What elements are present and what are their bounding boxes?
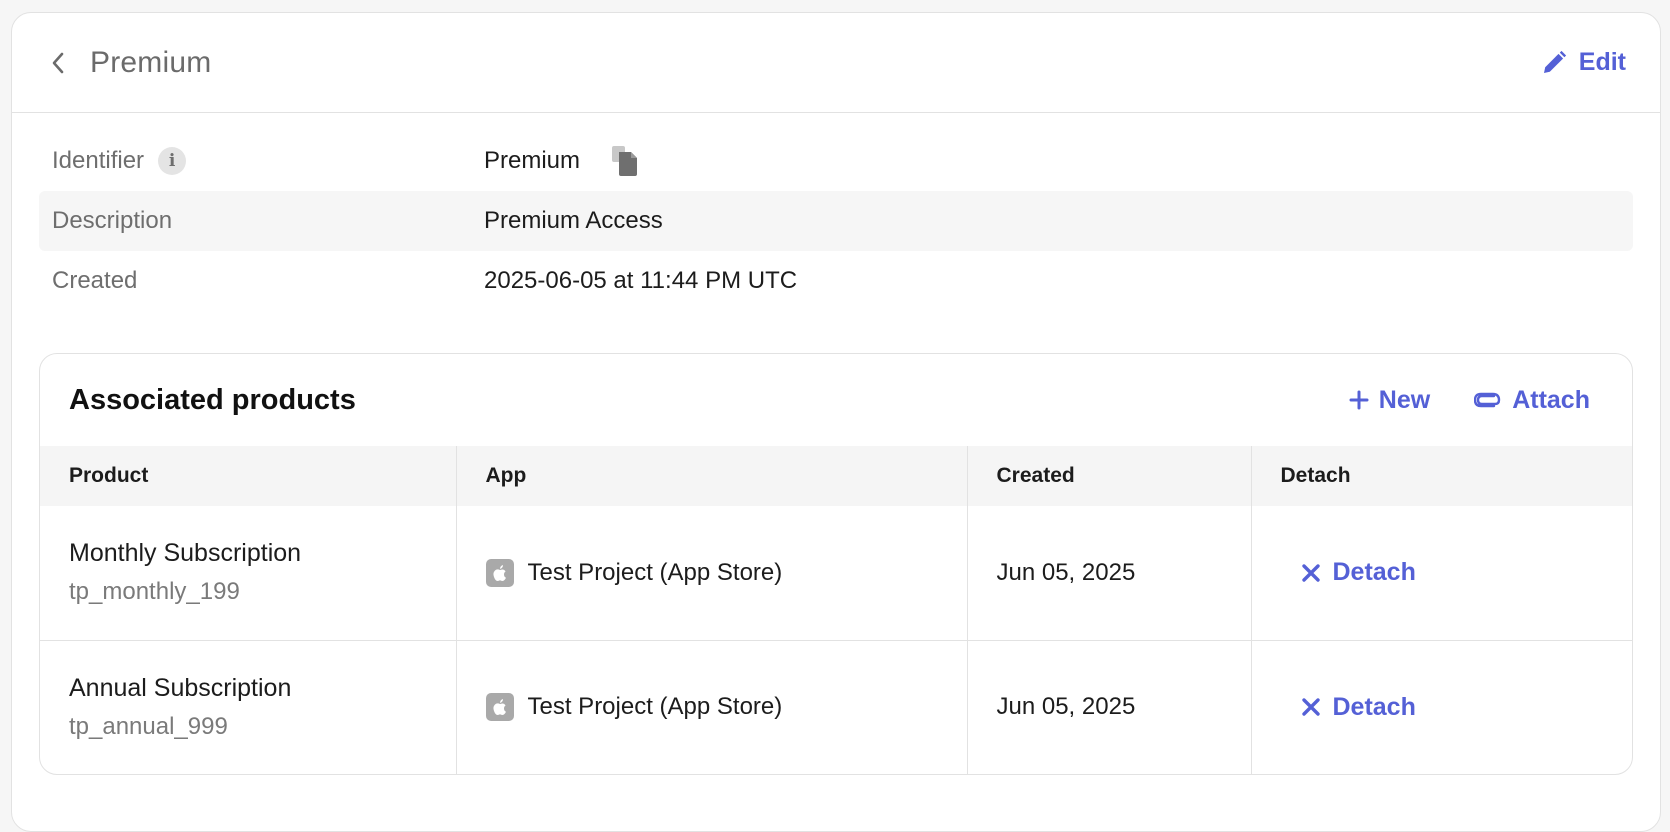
detach-button[interactable]: Detach xyxy=(1301,693,1604,722)
new-product-button[interactable]: New xyxy=(1349,386,1430,415)
products-table: Product App Created Detach Monthly Subsc… xyxy=(40,446,1632,774)
product-identifier: tp_annual_999 xyxy=(69,712,228,740)
page-header: Premium Edit xyxy=(12,13,1660,113)
detach-label: Detach xyxy=(1332,692,1416,721)
products-title: Associated products xyxy=(69,383,356,416)
description-label: Description xyxy=(52,207,173,234)
detach-button[interactable]: Detach xyxy=(1301,558,1604,587)
product-name[interactable]: Annual Subscription xyxy=(69,674,427,703)
product-name[interactable]: Monthly Subscription xyxy=(69,539,427,568)
column-header-created[interactable]: Created xyxy=(966,446,1251,506)
attach-product-button[interactable]: Attach xyxy=(1474,386,1590,415)
created-value: 2025-06-05 at 11:44 PM UTC xyxy=(484,267,798,294)
app-name[interactable]: Test Project (App Store) xyxy=(528,693,783,721)
chevron-left-icon xyxy=(52,52,64,73)
x-icon xyxy=(1301,564,1320,582)
created-label: Created xyxy=(52,267,138,294)
table-header-row: Product App Created Detach xyxy=(40,446,1632,506)
column-header-app[interactable]: App xyxy=(455,446,967,506)
page-title: Premium xyxy=(90,45,212,79)
plus-icon xyxy=(1349,390,1369,410)
description-row: Description Premium Access xyxy=(39,191,1633,251)
associated-products-panel: Associated products New Attach Product A… xyxy=(39,353,1633,775)
new-label: New xyxy=(1378,385,1431,414)
x-icon xyxy=(1301,698,1320,716)
copy-icon[interactable] xyxy=(610,145,640,177)
identifier-label: Identifier xyxy=(52,147,145,174)
edit-label: Edit xyxy=(1578,48,1626,76)
created-row: Created 2025-06-05 at 11:44 PM UTC xyxy=(39,251,1633,311)
details-section: Identifier i Premium Description Premium… xyxy=(12,113,1660,311)
info-icon[interactable]: i xyxy=(158,147,187,175)
edit-button[interactable]: Edit xyxy=(1541,48,1626,77)
column-header-detach: Detach xyxy=(1250,446,1632,506)
description-value: Premium Access xyxy=(484,207,663,234)
detach-label: Detach xyxy=(1332,558,1416,587)
app-name[interactable]: Test Project (App Store) xyxy=(528,559,783,587)
column-header-product[interactable]: Product xyxy=(40,446,456,506)
apple-icon xyxy=(485,558,514,587)
identifier-value: Premium xyxy=(484,147,581,174)
attach-label: Attach xyxy=(1512,385,1590,414)
table-row[interactable]: Monthly Subscription tp_monthly_199 Test… xyxy=(40,506,1632,640)
identifier-row: Identifier i Premium xyxy=(39,131,1633,191)
table-row[interactable]: Annual Subscription tp_annual_999 Test P… xyxy=(40,639,1632,774)
back-button[interactable] xyxy=(38,43,78,83)
pencil-icon xyxy=(1543,50,1566,73)
created-date: Jun 05, 2025 xyxy=(966,639,1251,774)
apple-icon xyxy=(485,693,514,722)
paperclip-icon xyxy=(1474,392,1501,408)
products-header: Associated products New Attach xyxy=(40,354,1632,446)
entitlement-card: Premium Edit Identifier i Premium Descri… xyxy=(11,12,1661,832)
product-identifier: tp_monthly_199 xyxy=(69,578,240,606)
created-date: Jun 05, 2025 xyxy=(966,506,1251,640)
